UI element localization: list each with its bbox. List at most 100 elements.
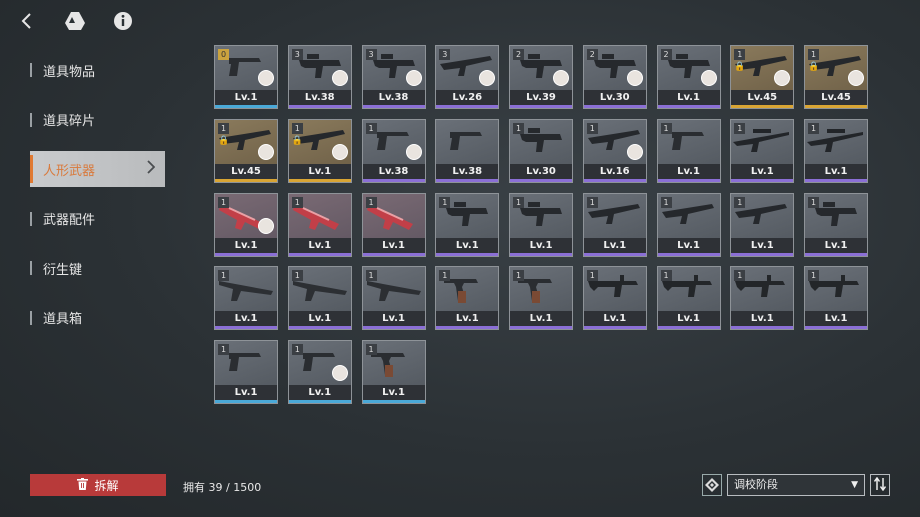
weapon-card[interactable]: 1 Lv.1 (214, 266, 278, 331)
rarity-stripe (583, 105, 646, 108)
weapon-level: Lv.38 (362, 90, 425, 105)
weapon-card[interactable]: 1 🔒 Lv.45 (730, 45, 795, 109)
rarity-stripe (215, 178, 277, 182)
tuning-rank-badge: 1 (808, 49, 819, 60)
weapon-level: Lv.1 (805, 237, 867, 253)
tuning-rank-badge: 1 (734, 196, 746, 208)
weapon-card[interactable]: 1 🔒 Lv.1 (287, 118, 352, 183)
equipped-doll-avatar (405, 143, 422, 160)
weapon-card[interactable]: 1 Lv.1 (435, 192, 500, 257)
trash-icon (77, 477, 89, 493)
weapon-level: Lv.1 (657, 90, 720, 105)
rarity-stripe (436, 326, 499, 330)
rarity-stripe (731, 178, 794, 182)
weapon-card[interactable]: 1 Lv.1 (804, 192, 868, 257)
weapon-card[interactable]: 1 Lv.1 (287, 340, 352, 404)
back-arrow-icon[interactable] (14, 8, 40, 34)
rarity-stripe (657, 326, 720, 330)
weapon-level: Lv.30 (510, 163, 572, 179)
sidebar-item-attachments[interactable]: 武器配件 (30, 201, 170, 237)
weapon-card[interactable]: 1 Lv.1 (361, 266, 426, 331)
tuning-rank-badge: 1 (734, 49, 746, 60)
weapon-card[interactable]: 0 Lv.1 (214, 45, 278, 109)
weapon-card[interactable]: 1 Lv.1 (435, 266, 500, 331)
weapon-card[interactable]: 2 Lv.39 (509, 45, 573, 109)
weapon-card[interactable]: 3 Lv.26 (435, 45, 500, 109)
rarity-stripe (805, 326, 867, 330)
weapon-card[interactable]: 1 🔒 Lv.45 (214, 118, 278, 183)
weapon-card[interactable]: 1 🔒 Lv.45 (804, 45, 868, 109)
weapon-card[interactable]: 1 Lv.1 (509, 192, 573, 257)
rarity-stripe (362, 400, 425, 403)
tuning-rank-badge: 1 (513, 196, 524, 208)
info-icon[interactable] (110, 8, 136, 34)
tuning-rank-badge: 2 (660, 49, 672, 60)
tuning-rank-badge: 1 (513, 270, 524, 282)
weapon-level: Lv.1 (288, 385, 351, 400)
sidebar-item-item-boxes[interactable]: 道具箱 (30, 300, 170, 336)
tuning-rank-badge: 1 (660, 122, 672, 134)
drive-logo-icon[interactable] (62, 8, 88, 34)
weapon-card[interactable]: 1 Lv.1 (730, 192, 795, 257)
rarity-stripe (510, 178, 572, 182)
weapon-card[interactable]: 1 Lv.1 (730, 266, 795, 331)
weapon-card[interactable]: 1 Lv.1 (214, 192, 278, 257)
weapon-card[interactable]: 2 Lv.1 (656, 45, 721, 109)
footer-bar: 拆解 拥有 39 / 1500 调校阶段 ▼ (0, 470, 920, 500)
weapon-card[interactable]: 1 Lv.1 (361, 192, 426, 257)
weapon-card[interactable]: 1 Lv.1 (509, 266, 573, 331)
weapon-card[interactable]: 1 Lv.1 (361, 340, 426, 404)
weapon-card[interactable]: 1 Lv.30 (509, 118, 573, 183)
tuning-rank-badge: 1 (808, 196, 819, 208)
weapon-level: Lv.1 (510, 237, 572, 253)
weapon-card[interactable]: Lv.38 (435, 118, 500, 183)
weapon-card[interactable]: 1 Lv.38 (361, 118, 426, 183)
weapon-level: Lv.1 (731, 237, 794, 253)
weapon-card[interactable]: 1 Lv.1 (582, 266, 647, 331)
sidebar-item-fragments[interactable]: 道具碎片 (30, 102, 170, 138)
weapon-card[interactable]: 1 Lv.1 (582, 192, 647, 257)
weapon-card[interactable]: 1 Lv.1 (287, 266, 352, 331)
rarity-stripe (288, 400, 351, 403)
equipped-doll-avatar (331, 70, 348, 86)
weapon-card[interactable]: 3 Lv.38 (361, 45, 426, 109)
rarity-stripe (215, 400, 277, 403)
weapon-card[interactable]: 1 Lv.1 (287, 192, 352, 257)
weapon-card[interactable]: 1 Lv.1 (804, 118, 868, 183)
sidebar-item-items[interactable]: 道具物品 (30, 52, 170, 88)
weapon-card[interactable]: 1 Lv.16 (582, 118, 647, 183)
rarity-stripe (362, 178, 425, 182)
tuning-rank-badge: 3 (439, 49, 451, 60)
sort-order-button[interactable] (870, 474, 890, 496)
dismantle-button[interactable]: 拆解 (30, 474, 166, 496)
weapon-level: Lv.45 (805, 90, 867, 105)
equipped-doll-avatar (700, 70, 717, 86)
rarity-stripe (362, 105, 425, 108)
weapon-card[interactable]: 1 Lv.1 (656, 118, 721, 183)
weapon-level: Lv.1 (731, 163, 794, 179)
tuning-rank-badge: 1 (218, 270, 229, 282)
weapon-level: Lv.1 (657, 311, 720, 327)
filter-icon[interactable] (702, 474, 722, 496)
sort-arrows-icon (873, 476, 887, 495)
rarity-stripe (362, 252, 425, 256)
dismantle-label: 拆解 (94, 478, 119, 493)
rarity-stripe (436, 178, 499, 182)
sidebar-item-doll-weapons[interactable]: 人形武器 (30, 151, 165, 187)
tuning-rank-badge: 1 (218, 122, 229, 134)
weapon-level: Lv.45 (731, 90, 794, 105)
weapon-card[interactable]: 1 Lv.1 (804, 266, 868, 331)
tuning-rank-badge: 1 (586, 270, 598, 282)
weapon-card[interactable]: 1 Lv.1 (214, 340, 278, 404)
weapon-card[interactable]: 2 Lv.30 (582, 45, 647, 109)
weapon-card[interactable]: 1 Lv.1 (656, 192, 721, 257)
equipped-doll-avatar (626, 143, 643, 160)
tuning-rank-badge: 1 (808, 122, 819, 134)
weapon-card[interactable]: 1 Lv.1 (656, 266, 721, 331)
weapon-card[interactable]: 3 Lv.38 (287, 45, 352, 109)
weapon-card[interactable]: 1 Lv.1 (730, 118, 795, 183)
rarity-stripe (731, 252, 794, 256)
sort-select[interactable]: 调校阶段 ▼ (727, 474, 865, 496)
weapon-level: Lv.38 (288, 90, 351, 105)
sidebar-item-derivative-keys[interactable]: 衍生键 (30, 250, 170, 286)
